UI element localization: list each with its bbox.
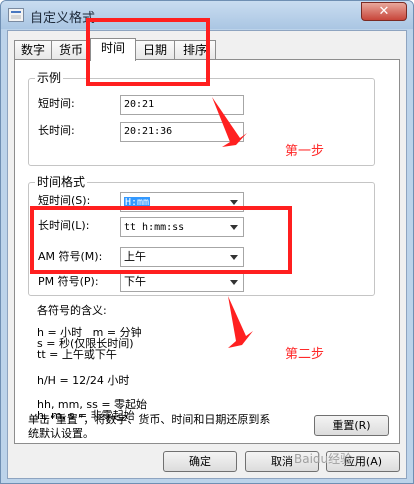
step1-arrow [212,97,247,147]
step1-label: 第一步 [285,144,325,159]
annotation-arrows [212,97,253,348]
tab-time[interactable]: 时间 [90,38,136,61]
watermark: Baidu经验 [294,452,353,466]
step2-label: 第二步 [285,347,325,362]
step2-arrow [228,296,253,348]
